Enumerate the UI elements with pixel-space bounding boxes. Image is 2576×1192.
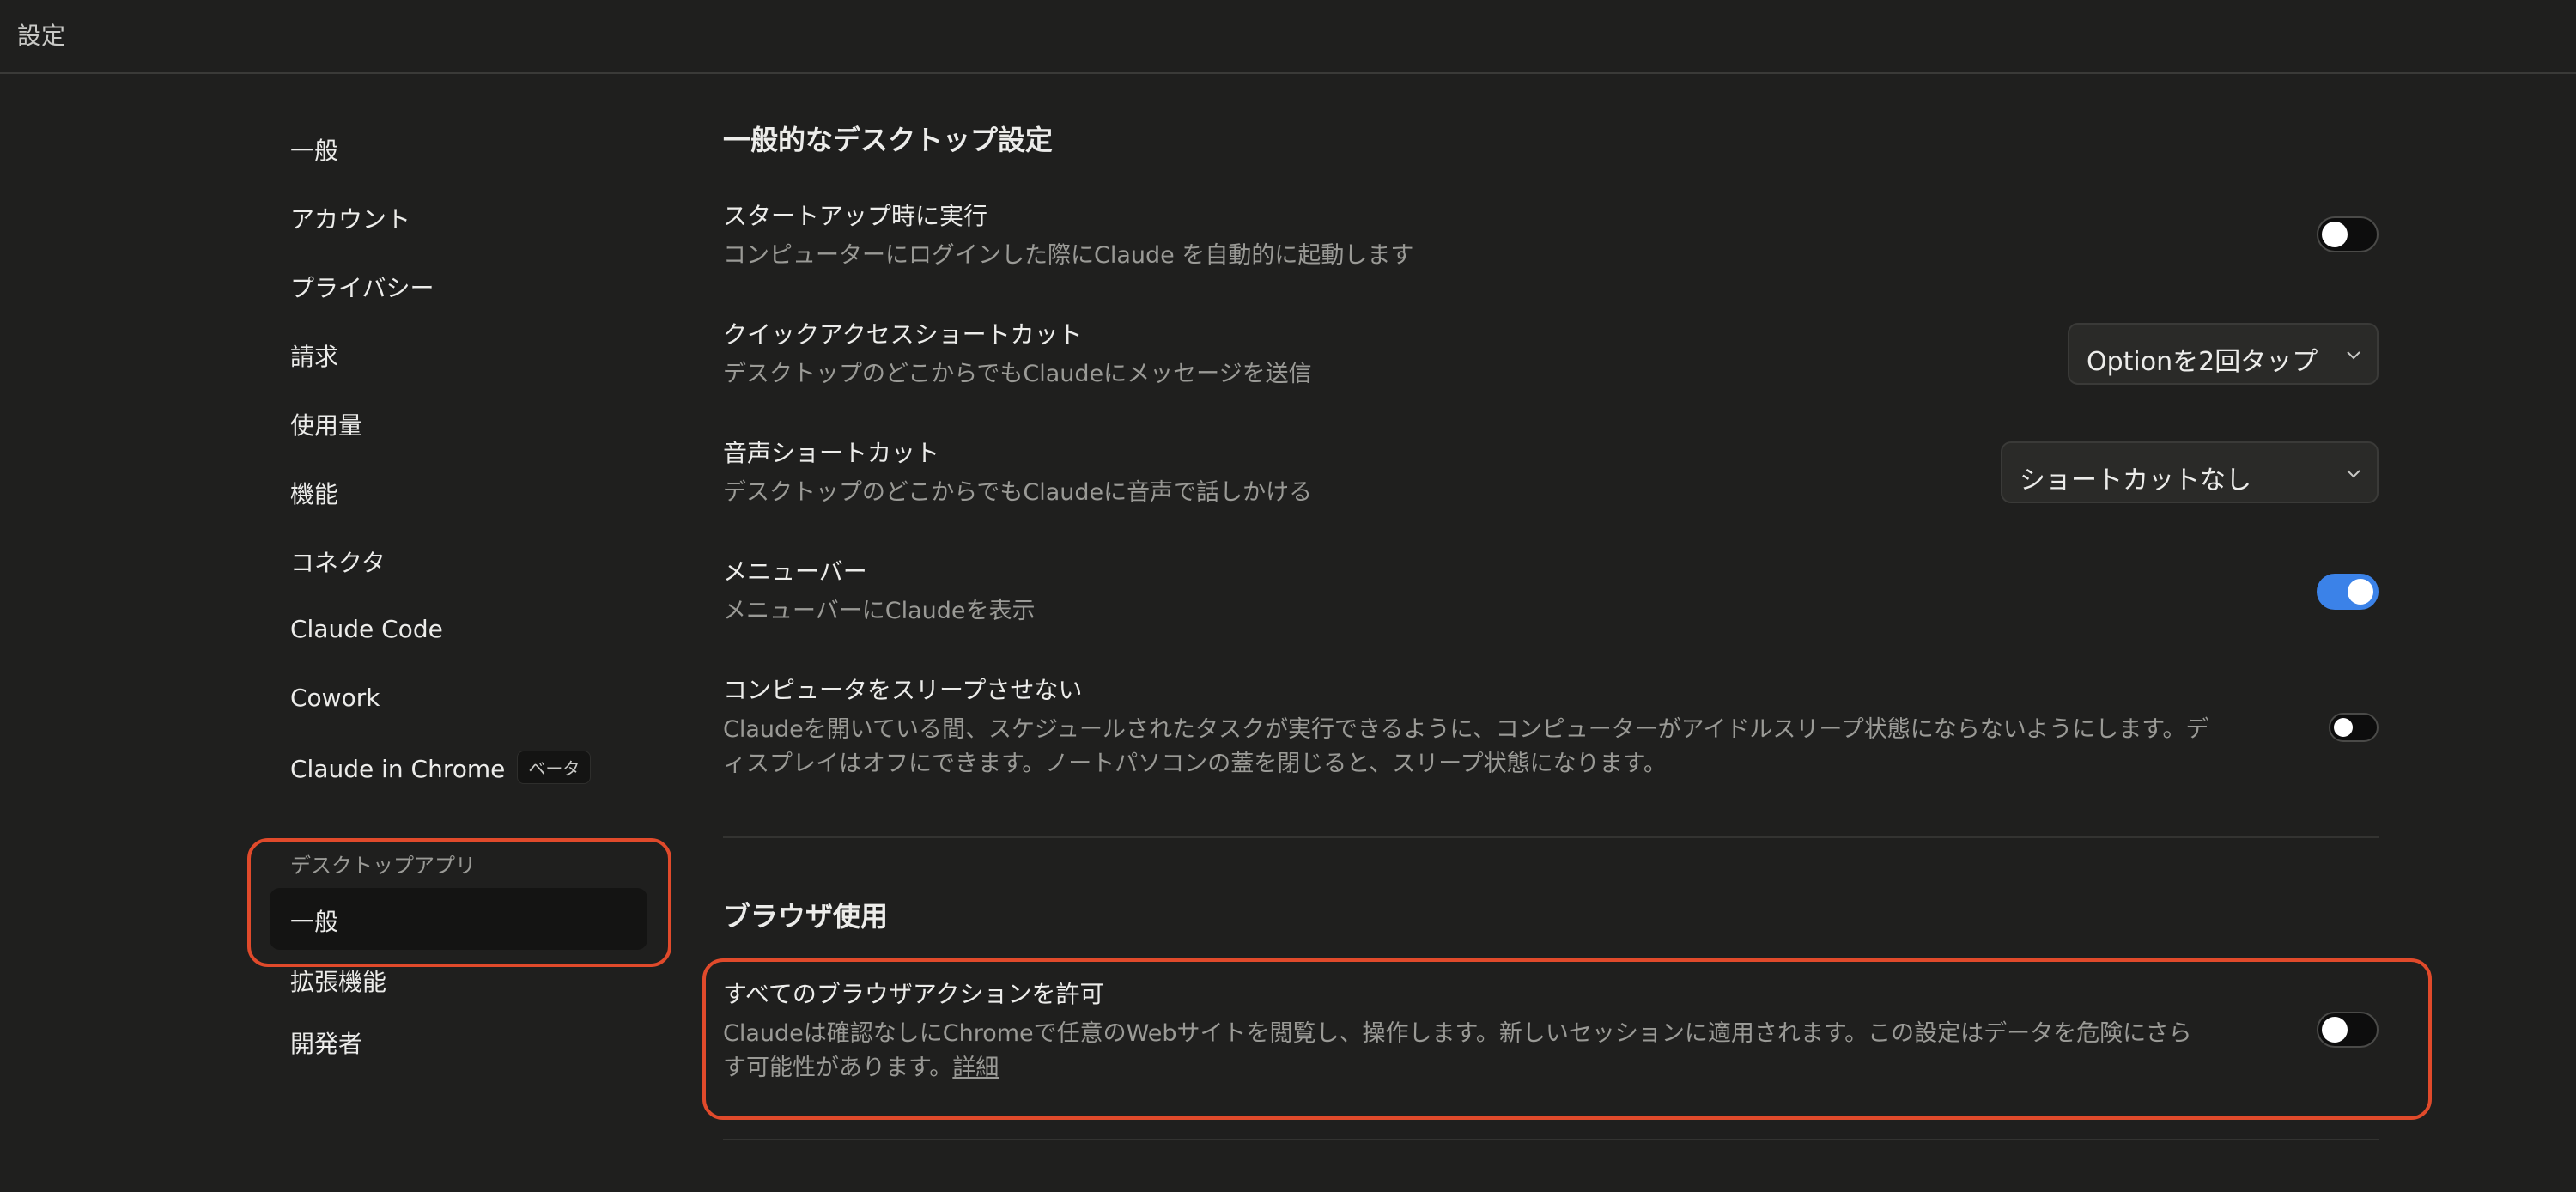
sidebar-item-privacy[interactable]: プライバシー: [290, 270, 434, 304]
voice-setting-desc: デスクトップのどこからでもClaudeに音声で話しかける: [723, 479, 1313, 506]
sidebar-item-desktop-general[interactable]: 一般: [270, 888, 647, 950]
details-link[interactable]: 詳細: [952, 1055, 999, 1081]
voice-select[interactable]: ショートカットなし: [2001, 441, 2379, 503]
sidebar-item-developer[interactable]: 開発者: [290, 1025, 362, 1060]
sidebar-item-cowork[interactable]: Cowork: [290, 684, 380, 712]
allow-all-desc-line-2: す可能性があります。詳細: [723, 1051, 2269, 1086]
sleep-setting-desc: Claudeを開いている間、スケジュールされたタスクが実行できるように、コンピュ…: [723, 713, 2269, 781]
select-value: ショートカットなし: [2020, 465, 2251, 496]
section-divider: [723, 836, 2379, 838]
select-value: Optionを2回タップ: [2087, 347, 2318, 377]
toggle-knob: [2322, 222, 2348, 247]
desktop-app-group-label: デスクトップアプリ: [290, 854, 476, 878]
sleep-desc-line-1: Claudeを開いている間、スケジュールされたタスクが実行できるように、コンピュ…: [723, 716, 2209, 743]
toggle-knob: [2322, 1017, 2348, 1043]
window-title: 設定: [17, 21, 66, 50]
desktop-settings-heading: 一般的なデスクトップ設定: [723, 124, 1054, 156]
voice-setting-title: 音声ショートカット: [723, 439, 940, 467]
sidebar-item-label: 一般: [290, 908, 339, 936]
browser-usage-heading: ブラウザ使用: [723, 900, 889, 933]
allow-all-desc-line-1: Claudeは確認なしにChromeで任意のWebサイトを閲覧し、操作します。新…: [723, 1020, 2192, 1047]
sleep-desc-line-2: ィスプレイはオフにできます。ノートパソコンの蓋を閉じると、スリープ状態になります…: [723, 751, 1667, 777]
toggle-knob: [2348, 579, 2373, 605]
sidebar-item-connectors[interactable]: コネクタ: [290, 544, 386, 579]
sidebar-item-claude-code[interactable]: Claude Code: [290, 615, 443, 643]
sidebar-item-claude-in-chrome[interactable]: Claude in Chrome ベータ: [290, 751, 592, 784]
startup-setting-title: スタートアップ時に実行: [723, 202, 988, 230]
sleep-setting-title: コンピュータをスリープさせない: [723, 676, 1083, 704]
quick-access-setting-desc: デスクトップのどこからでもClaudeにメッセージを送信: [723, 361, 1312, 387]
allow-all-browser-actions-toggle[interactable]: [2317, 1012, 2379, 1048]
quick-access-setting-title: クイックアクセスショートカット: [723, 320, 1083, 349]
toggle-knob: [2334, 718, 2353, 737]
sidebar-item-label: Claude in Chrome: [290, 755, 506, 783]
chevron-down-icon: [2347, 351, 2360, 360]
sleep-toggle[interactable]: [2329, 713, 2379, 742]
sidebar-item-account[interactable]: アカウント: [290, 201, 410, 235]
menubar-setting-desc: メニューバーにClaudeを表示: [723, 598, 1036, 624]
chevron-down-icon: [2347, 470, 2360, 478]
sidebar-item-extensions[interactable]: 拡張機能: [290, 964, 386, 998]
sidebar-item-billing[interactable]: 請求: [290, 338, 338, 373]
settings-sidebar: 一般 アカウント プライバシー 請求 使用量 機能 コネクタ Claude Co…: [0, 74, 687, 1192]
sidebar-item-usage[interactable]: 使用量: [290, 407, 362, 441]
section-divider: [723, 1139, 2379, 1140]
sidebar-item-features[interactable]: 機能: [290, 476, 338, 510]
allow-all-browser-actions-desc: Claudeは確認なしにChromeで任意のWebサイトを閲覧し、操作します。新…: [723, 1017, 2269, 1086]
beta-badge: ベータ: [517, 751, 592, 784]
quick-access-select[interactable]: Optionを2回タップ: [2068, 323, 2379, 385]
startup-toggle[interactable]: [2317, 216, 2379, 252]
startup-setting-desc: コンピューターにログインした際にClaude を自動的に起動します: [723, 242, 1414, 269]
sidebar-item-general[interactable]: 一般: [290, 132, 338, 167]
menubar-toggle[interactable]: [2317, 574, 2379, 610]
title-bar: 設定: [0, 0, 2576, 74]
menubar-setting-title: メニューバー: [723, 557, 867, 586]
allow-all-desc-text: す可能性があります。: [723, 1055, 953, 1081]
allow-all-browser-actions-title: すべてのブラウザアクションを許可: [723, 980, 1104, 1008]
